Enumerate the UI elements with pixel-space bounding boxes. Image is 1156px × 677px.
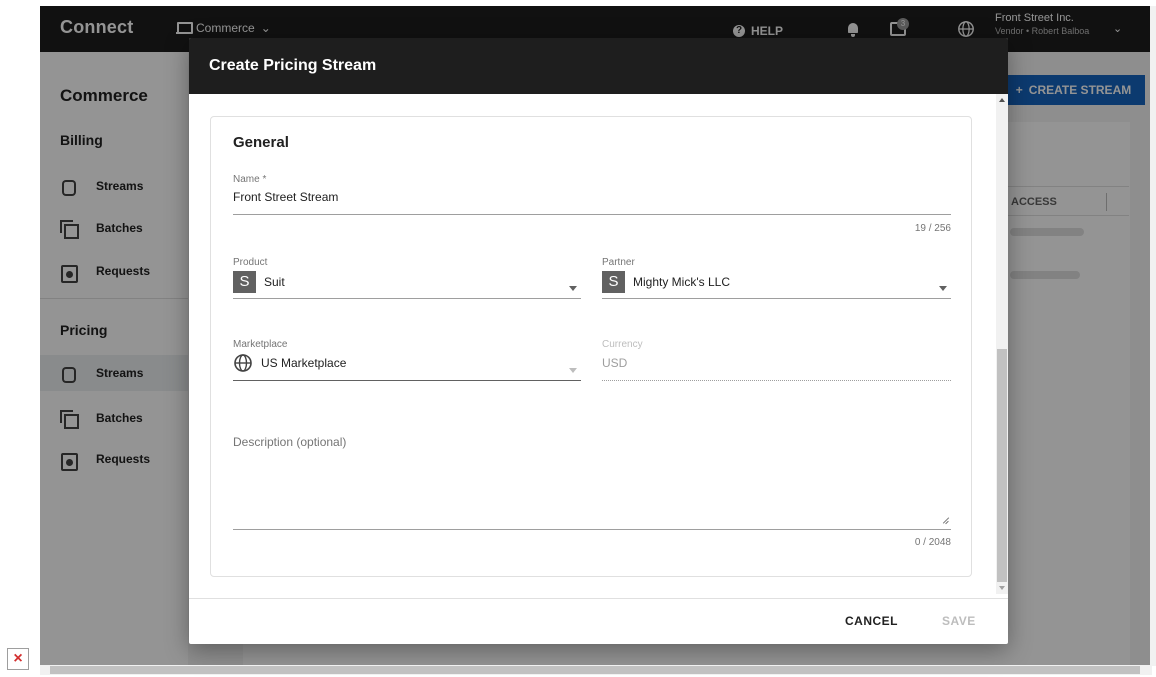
name-field[interactable]: Name * Front Street Stream [233, 174, 951, 215]
name-counter: 19 / 256 [914, 223, 951, 234]
partner-avatar: S [602, 271, 625, 293]
dialog-scrollbar[interactable] [996, 94, 1008, 594]
resize-handle-icon[interactable] [942, 517, 949, 524]
globe-icon [234, 354, 252, 372]
save-button[interactable]: SAVE [942, 614, 976, 628]
currency-value: USD [602, 356, 628, 370]
section-title: General [233, 134, 289, 151]
field-underline [233, 298, 581, 299]
create-pricing-stream-dialog: Create Pricing Stream General Name * Fro… [189, 38, 1008, 644]
description-counter: 0 / 2048 [914, 537, 951, 548]
field-underline [233, 214, 951, 215]
dialog-title: Create Pricing Stream [189, 38, 1008, 94]
field-underline [233, 380, 581, 381]
general-section: General Name * Front Street Stream 19 / … [210, 116, 972, 577]
chevron-down-icon [569, 286, 577, 291]
chevron-down-icon [569, 368, 577, 373]
marketplace-label: Marketplace [233, 339, 288, 350]
cancel-button[interactable]: CANCEL [845, 614, 898, 628]
currency-label: Currency [602, 339, 643, 350]
marketplace-select[interactable]: Marketplace US Marketplace [233, 339, 581, 381]
broken-image-icon: × [7, 648, 29, 670]
dialog-footer: CANCEL SAVE [189, 598, 1008, 644]
name-label: Name * [233, 174, 267, 185]
product-avatar: S [233, 271, 256, 293]
partner-value: Mighty Mick's LLC [633, 275, 730, 289]
marketplace-value: US Marketplace [261, 356, 347, 370]
scroll-down-icon[interactable] [999, 586, 1005, 590]
chevron-down-icon [939, 286, 947, 291]
product-label: Product [233, 257, 268, 268]
description-placeholder: Description (optional) [233, 435, 347, 449]
partner-label: Partner [602, 257, 635, 268]
page-vertical-scrollbar[interactable] [1150, 6, 1156, 666]
field-underline [602, 380, 951, 381]
product-value: Suit [264, 275, 285, 289]
product-select[interactable]: Product S Suit [233, 257, 581, 299]
field-underline [602, 298, 951, 299]
dialog-body: General Name * Front Street Stream 19 / … [189, 94, 998, 594]
page-horizontal-scrollbar[interactable] [40, 665, 1152, 675]
scrollbar-thumb[interactable] [997, 349, 1007, 582]
name-value: Front Street Stream [233, 190, 339, 204]
field-underline [233, 529, 951, 530]
currency-field: Currency USD [602, 339, 951, 381]
partner-select[interactable]: Partner S Mighty Mick's LLC [602, 257, 951, 299]
description-textarea[interactable]: Description (optional) [233, 435, 951, 530]
scroll-up-icon[interactable] [999, 98, 1005, 102]
scrollbar-thumb[interactable] [50, 666, 1140, 674]
